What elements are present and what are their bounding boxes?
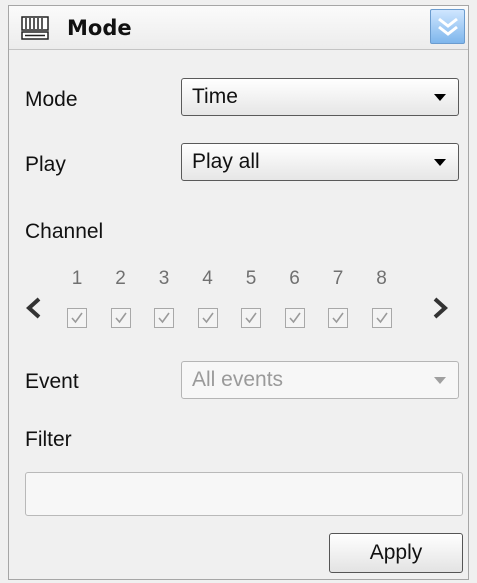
event-label: Event	[25, 370, 79, 393]
play-select[interactable]: Play all	[181, 143, 459, 181]
panel-title: Mode	[67, 16, 132, 40]
channel-checkbox[interactable]	[110, 308, 131, 328]
channel-number: 7	[332, 268, 344, 289]
channel-checkbox[interactable]	[241, 308, 261, 328]
checkmark-icon	[245, 312, 257, 324]
filter-input[interactable]	[25, 472, 463, 516]
chevron-left-icon[interactable]	[25, 296, 43, 320]
channel-checkbox[interactable]	[328, 308, 348, 328]
checkmark-icon	[114, 312, 127, 324]
mode-select-value: Time	[192, 85, 238, 108]
channel-number: 3	[158, 268, 170, 289]
double-chevron-down-icon	[438, 17, 458, 36]
keyboard-icon	[21, 16, 49, 40]
channel-number: 1	[71, 268, 83, 289]
dropdown-arrow-icon	[434, 377, 446, 384]
channel-checkbox[interactable]	[154, 308, 174, 328]
mode-panel: Mode Mode Time Play Play all Channel 1 2 3…	[8, 5, 469, 580]
checkmark-icon	[375, 312, 388, 324]
checkmark-icon	[201, 312, 214, 324]
channel-number: 6	[289, 268, 300, 289]
checkmark-icon	[71, 312, 83, 324]
event-select-value: All events	[192, 368, 284, 391]
mode-label: Mode	[25, 88, 78, 111]
checkmark-icon	[158, 312, 170, 324]
channel-checkbox[interactable]	[371, 308, 392, 328]
panel-header: Mode	[9, 6, 468, 50]
channel-label: Channel	[25, 220, 104, 243]
play-label: Play	[25, 153, 66, 176]
channel-checkbox[interactable]	[197, 308, 218, 328]
dropdown-arrow-icon	[434, 94, 446, 101]
mode-select[interactable]: Time	[181, 78, 459, 116]
channel-checkbox[interactable]	[284, 308, 305, 328]
channel-number: 2	[115, 268, 126, 289]
apply-button[interactable]: Apply	[329, 533, 463, 573]
play-select-value: Play all	[192, 150, 260, 173]
checkmark-icon	[332, 312, 344, 324]
chevron-right-icon[interactable]	[431, 296, 449, 320]
channel-checkbox[interactable]	[67, 308, 87, 328]
checkmark-icon	[288, 312, 301, 324]
collapse-button[interactable]	[430, 9, 465, 44]
channel-number: 5	[245, 268, 257, 289]
filter-label: Filter	[25, 428, 72, 451]
channel-number: 4	[202, 268, 213, 289]
event-select[interactable]: All events	[181, 361, 459, 399]
dropdown-arrow-icon	[434, 159, 446, 166]
channel-number: 8	[376, 268, 387, 289]
